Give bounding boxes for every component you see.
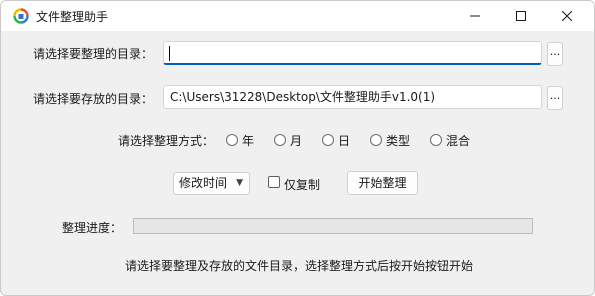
title-bar[interactable]: 文件整理助手 [1,1,594,31]
target-dir-input[interactable]: C:\Users\31228\Desktop\文件整理助手v1.0(1) [163,85,542,109]
minimize-icon [470,15,480,17]
copy-only-label[interactable]: 仅复制 [284,176,320,193]
start-button[interactable]: 开始整理 [347,171,418,195]
close-button[interactable] [544,1,590,31]
progress-label: 整理进度： [62,221,123,235]
mode-radio-month[interactable]: 月 [274,132,302,148]
mode-mixed-label: 混合 [446,133,471,148]
target-browse-button[interactable]: ... [547,86,563,110]
radio-circle[interactable] [226,134,238,146]
mode-radio-year[interactable]: 年 [226,132,254,148]
mode-year-label: 年 [242,133,255,148]
source-dir-input[interactable] [163,41,542,65]
mode-type-label: 类型 [386,133,411,148]
minimize-button[interactable] [452,1,498,31]
copy-only-checkbox[interactable] [268,176,280,188]
radio-circle[interactable] [370,134,382,146]
mode-radio-type[interactable]: 类型 [370,132,410,148]
window-title: 文件整理助手 [36,10,109,24]
radio-circle[interactable] [274,134,286,146]
progress-bar [133,218,533,234]
time-basis-select[interactable]: 修改时间 ▼ [173,172,250,195]
source-browse-button[interactable]: ... [547,42,563,66]
radio-circle[interactable] [322,134,334,146]
time-basis-value: 修改时间 [179,176,228,190]
mode-radio-day[interactable]: 日 [322,132,350,148]
chevron-down-icon: ▼ [236,178,243,188]
target-dir-value: C:\Users\31228\Desktop\文件整理助手v1.0(1) [170,90,436,104]
close-icon [562,11,572,21]
app-logo-icon [13,8,29,24]
maximize-button[interactable] [498,1,544,31]
target-dir-label: 请选择要存放的目录： [33,92,154,106]
mode-radio-mixed[interactable]: 混合 [430,132,470,148]
text-caret [169,46,170,61]
mode-label: 请选择整理方式： [118,134,215,148]
mode-day-label: 日 [338,133,351,148]
mode-month-label: 月 [290,133,303,148]
source-dir-label: 请选择要整理的目录： [33,47,154,61]
app-window: 文件整理助手 请选择要整理的目录： ... 请选择要存放的目录： C:\User… [0,0,595,296]
radio-circle[interactable] [430,134,442,146]
maximize-icon [516,11,526,21]
hint-text: 请选择要整理及存放的文件目录，选择整理方式后按开始按钮开始 [125,259,474,273]
